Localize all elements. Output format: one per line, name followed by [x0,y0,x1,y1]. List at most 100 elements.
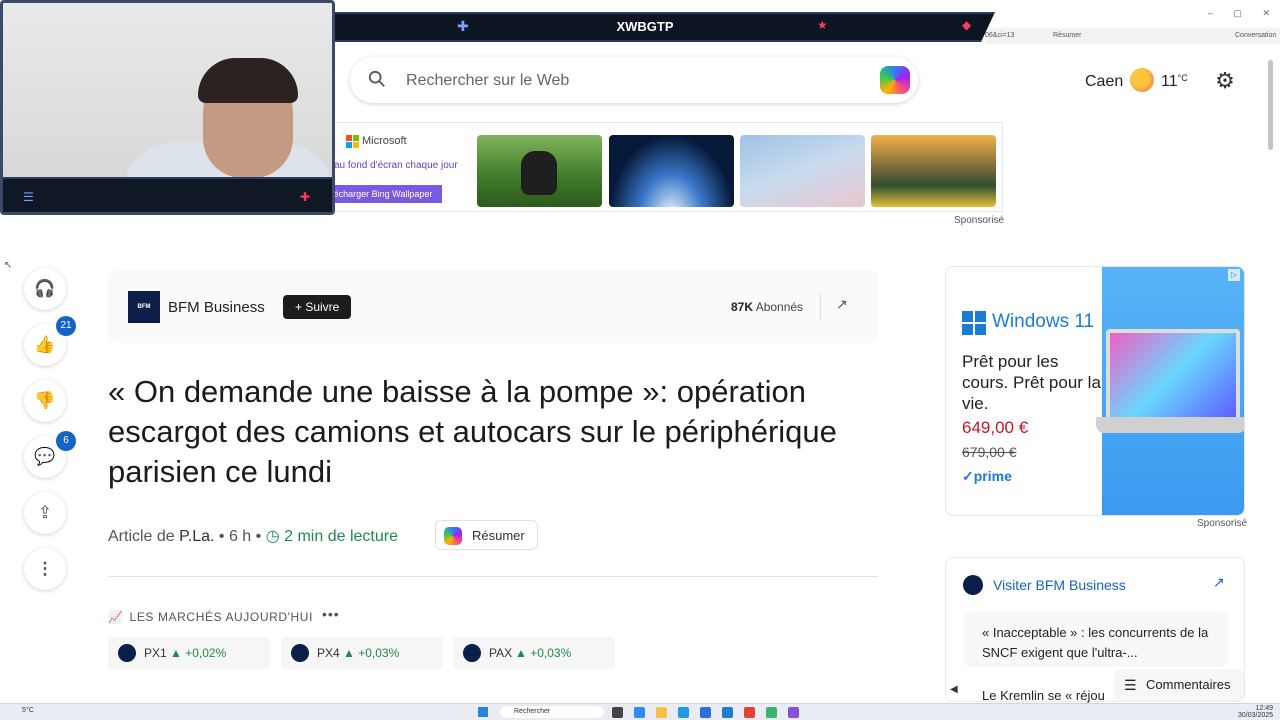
clock-time: 12:49 [1255,705,1274,712]
chart-icon: 📈 [108,610,124,624]
market-ticker[interactable]: PX1 ▲ +0,02% [108,637,270,669]
mail-icon[interactable] [722,707,733,718]
publisher-name[interactable]: BFM Business [168,299,265,316]
clock-date: 30/03/2025 [1238,712,1274,719]
market-ticker[interactable]: PAX ▲ +0,03% [453,637,615,669]
browser-address-bar[interactable]: 06&ci=13 Résumer Conversation [985,28,1280,44]
taskbar-weather[interactable]: 5°C [22,707,34,714]
wallpaper-thumbnail-mountains[interactable] [871,135,996,207]
laptop-base [1096,417,1244,433]
comments-button[interactable]: ☰ Commentaires [1114,669,1244,701]
market-icon [118,644,136,662]
market-icon [291,644,309,662]
search-placeholder[interactable]: Rechercher sur le Web [406,72,569,90]
author-link[interactable]: P.La. [179,528,214,545]
download-wallpaper-button[interactable]: écharger Bing Wallpaper [324,185,442,203]
more-options-button[interactable]: ⋮ [24,548,66,590]
weather-temperature[interactable]: 11°C [1161,73,1188,91]
comment-icon: 💬 [34,447,56,466]
listen-button[interactable]: 🎧 [24,268,66,310]
ad-pitch: Prêt pour les cours. Prêt pour la vie. [962,352,1101,413]
copilot-icon[interactable] [880,66,910,94]
task-view-icon[interactable] [612,707,623,718]
like-count-badge: 21 [56,316,76,336]
article-byline: Article de P.La. • 6 h • ◷ 2 min de lect… [108,526,398,546]
related-article-item[interactable]: « Inacceptable » : les concurrents de la… [964,611,1228,667]
summarize-button[interactable]: Résumer [435,520,538,550]
ticker-symbol: PAX [489,646,513,660]
app-icon[interactable] [766,707,777,718]
wallpaper-thumbnail-blossoms[interactable] [740,135,865,207]
temp-unit: °C [1177,73,1188,83]
maximize-button[interactable]: ▢ [1233,8,1242,18]
resumer-label[interactable]: Résumer [1053,32,1081,39]
market-icon [463,644,481,662]
app-icon[interactable] [788,707,799,718]
windows-start-icon[interactable] [478,707,488,717]
web-search-bar[interactable]: Rechercher sur le Web [350,57,918,103]
share-button[interactable]: ⇪ [24,492,66,534]
external-link-icon[interactable]: ↗ [1213,574,1225,591]
bing-wallpaper-ad[interactable]: Microsoft au fond d'écran chaque jour éc… [324,122,1003,212]
stream-banner: ☰ ✚ XWBGTP ★ ◆ [295,12,995,42]
temp-value: 11 [1161,73,1178,90]
window-controls[interactable]: – ▢ ✕ [1190,8,1270,19]
ad-product-image [1096,267,1244,515]
thumbs-down-icon: 👎 [34,391,56,410]
more-horizontal-icon[interactable]: ••• [322,606,340,622]
divider [108,576,878,577]
read-time: ◷ 2 min de lecture [266,528,398,545]
related-article-item[interactable]: Le Kremlin se « réjou [982,688,1105,703]
market-ticker[interactable]: PX4 ▲ +0,03% [281,637,443,669]
visit-publisher-link[interactable]: Visiter BFM Business [993,577,1126,593]
store-icon[interactable] [700,707,711,718]
mouse-cursor-icon: ↖ [4,260,13,271]
ticker-change: ▲ +0,02% [170,646,227,660]
wallpaper-thumbnail-earth[interactable] [609,135,734,207]
scrollbar-thumb[interactable] [1268,60,1273,150]
collapse-left-icon[interactable]: ◀ [950,684,958,695]
webcam-overlay: ☰ ✚ [0,0,335,215]
comments-label: Commentaires [1146,677,1231,692]
comment-count-badge: 6 [56,431,76,451]
chrome-icon[interactable] [744,707,755,718]
wallpaper-thumbnail-dog[interactable] [477,135,602,207]
windows-11-ad[interactable]: Windows 11 Prêt pour les cours. Prêt pou… [945,266,1245,516]
file-explorer-icon[interactable] [656,707,667,718]
minimize-button[interactable]: – [1208,8,1213,18]
windows-logo-icon [962,311,986,335]
copilot-icon[interactable] [634,707,645,718]
article-age: • 6 h • [218,528,262,545]
star-icon: ★ [817,18,828,32]
sponsored-label: Sponsorisé [954,215,1005,226]
ad-brand: Microsoft [362,135,407,147]
sponsored-label: Sponsorisé [1197,518,1248,529]
weather-city[interactable]: Caen [1085,73,1123,91]
external-link-icon[interactable]: ↗ [836,296,854,314]
diamond-icon: ◆ [962,18,972,32]
publisher-card: BFM BFM Business + Suivre 87K Abonnés ↗ [108,270,878,343]
overlay-ghost-text: • [155,431,159,443]
close-button[interactable]: ✕ [1262,8,1270,18]
conversation-label[interactable]: Conversation [1235,32,1276,39]
bfm-logo[interactable]: BFM [128,291,160,323]
dislike-button[interactable]: 👎 [24,380,66,422]
microsoft-logo-icon [346,135,359,148]
url-fragment[interactable]: 06&ci=13 [985,32,1014,39]
prime-badge: ✓prime [962,468,1012,484]
edge-icon[interactable] [678,707,689,718]
markets-title-text: LES MARCHÉS AUJOURD'HUI [129,610,313,624]
laptop-icon [1106,329,1240,421]
adchoices-icon[interactable]: ▷ [1228,269,1240,281]
gear-icon[interactable]: ⚙ [1212,68,1238,94]
taskbar-search[interactable]: Rechercher [500,706,604,718]
page-scrollbar[interactable] [1268,50,1274,700]
follow-button[interactable]: + Suivre [283,295,352,319]
read-time-text: 2 min de lecture [284,528,398,545]
share-icon: ⇪ [37,503,53,522]
webcam-frame-bar: ☰ ✚ [3,177,332,212]
taskbar-clock[interactable]: 12:49 30/03/2025 [1238,705,1273,719]
ticker-change: ▲ +0,03% [343,646,400,660]
bfm-logo [963,575,983,595]
subscriber-count: 87K Abonnés [731,300,803,314]
